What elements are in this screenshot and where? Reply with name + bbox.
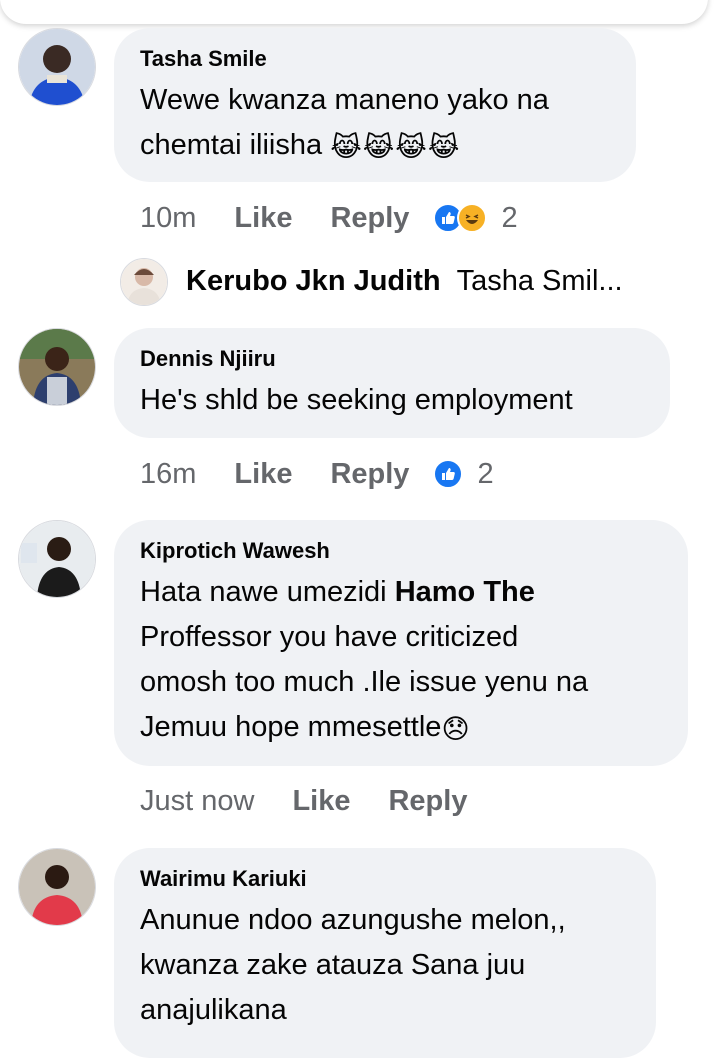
comment-timestamp[interactable]: 16m — [140, 458, 196, 491]
reply-text: Tasha Smil... — [456, 264, 623, 297]
like-icon — [433, 459, 464, 489]
avatar[interactable] — [18, 520, 96, 598]
avatar[interactable] — [18, 28, 96, 106]
comment-line: kwanza zake atauza Sana juu — [140, 949, 526, 981]
comment-text: Hata nawe umezidi Hamo The Proffessor yo… — [140, 570, 662, 752]
comment-line: Jemuu hope mmesettle😞 — [140, 705, 662, 752]
avatar[interactable] — [18, 328, 96, 406]
reply-avatar[interactable] — [120, 258, 168, 306]
comment-bubble[interactable]: Wairimu Kariuki Anunue ndoo azungushe me… — [114, 848, 656, 1058]
reply-button[interactable]: Reply — [388, 785, 467, 818]
comment-actions: 10m Like Reply 2 — [140, 198, 518, 238]
avatar[interactable] — [18, 848, 96, 926]
comment-line: omosh too much .Ile issue yenu na — [140, 666, 589, 698]
reaction-summary[interactable]: 2 — [433, 201, 518, 235]
reply-button[interactable]: Reply — [330, 458, 409, 491]
comment-text: Wewe kwanza maneno yako na chemtai iliis… — [140, 78, 610, 170]
reply-preview[interactable]: Kerubo Jkn Judith Tasha Smil... — [186, 256, 623, 306]
comment-line: Hata nawe umezidi Hamo The — [140, 570, 662, 615]
comment-line-text: chemtai iliisha — [140, 129, 323, 161]
comment-text: He's shld be seeking employment — [140, 378, 644, 423]
comment-timestamp[interactable]: Just now — [140, 785, 254, 818]
comment-author[interactable]: Dennis Njiiru — [140, 346, 644, 372]
comment-text: Anunue ndoo azungushe melon,, kwanza zak… — [140, 898, 630, 1033]
comment-line: Wewe kwanza maneno yako na — [140, 84, 549, 116]
comment-line: anajulikana — [140, 994, 287, 1026]
comment-line-text: Hata nawe umezidi — [140, 576, 395, 608]
reaction-count: 2 — [477, 457, 494, 490]
previous-comment-card — [0, 0, 708, 24]
comment-actions: 16m Like Reply 2 — [140, 454, 494, 494]
like-button[interactable]: Like — [234, 458, 292, 491]
comment-bubble[interactable]: Kiprotich Wawesh Hata nawe umezidi Hamo … — [114, 520, 688, 766]
comment-line: Anunue ndoo azungushe melon,, — [140, 904, 566, 936]
comment-timestamp[interactable]: 10m — [140, 202, 196, 235]
comment-author[interactable]: Kiprotich Wawesh — [140, 538, 662, 564]
mention-link[interactable]: Hamo The — [395, 576, 535, 608]
comment-author[interactable]: Wairimu Kariuki — [140, 866, 630, 892]
crying-laughing-cat-emoji: 😹😹😹😹 — [330, 132, 461, 162]
reply-button[interactable]: Reply — [330, 202, 409, 235]
comment-line: chemtai iliisha 😹😹😹😹 — [140, 123, 610, 170]
comment-bubble[interactable]: Dennis Njiiru He's shld be seeking emplo… — [114, 328, 670, 438]
comment-author[interactable]: Tasha Smile — [140, 46, 610, 72]
comment-bubble[interactable]: Tasha Smile Wewe kwanza maneno yako na c… — [114, 28, 636, 182]
reaction-count: 2 — [501, 201, 518, 234]
like-button[interactable]: Like — [234, 202, 292, 235]
reply-author[interactable]: Kerubo Jkn Judith — [186, 265, 441, 298]
comment-line: He's shld be seeking employment — [140, 384, 573, 416]
comment-actions: Just now Like Reply — [140, 781, 467, 821]
like-button[interactable]: Like — [292, 785, 350, 818]
comment-line: Proffessor you have criticized — [140, 621, 519, 653]
reaction-summary[interactable]: 2 — [433, 457, 494, 491]
haha-icon — [457, 203, 488, 233]
disappointed-face-emoji: 😞 — [441, 714, 471, 744]
comment-line-text: Jemuu hope mmesettle — [140, 711, 442, 743]
